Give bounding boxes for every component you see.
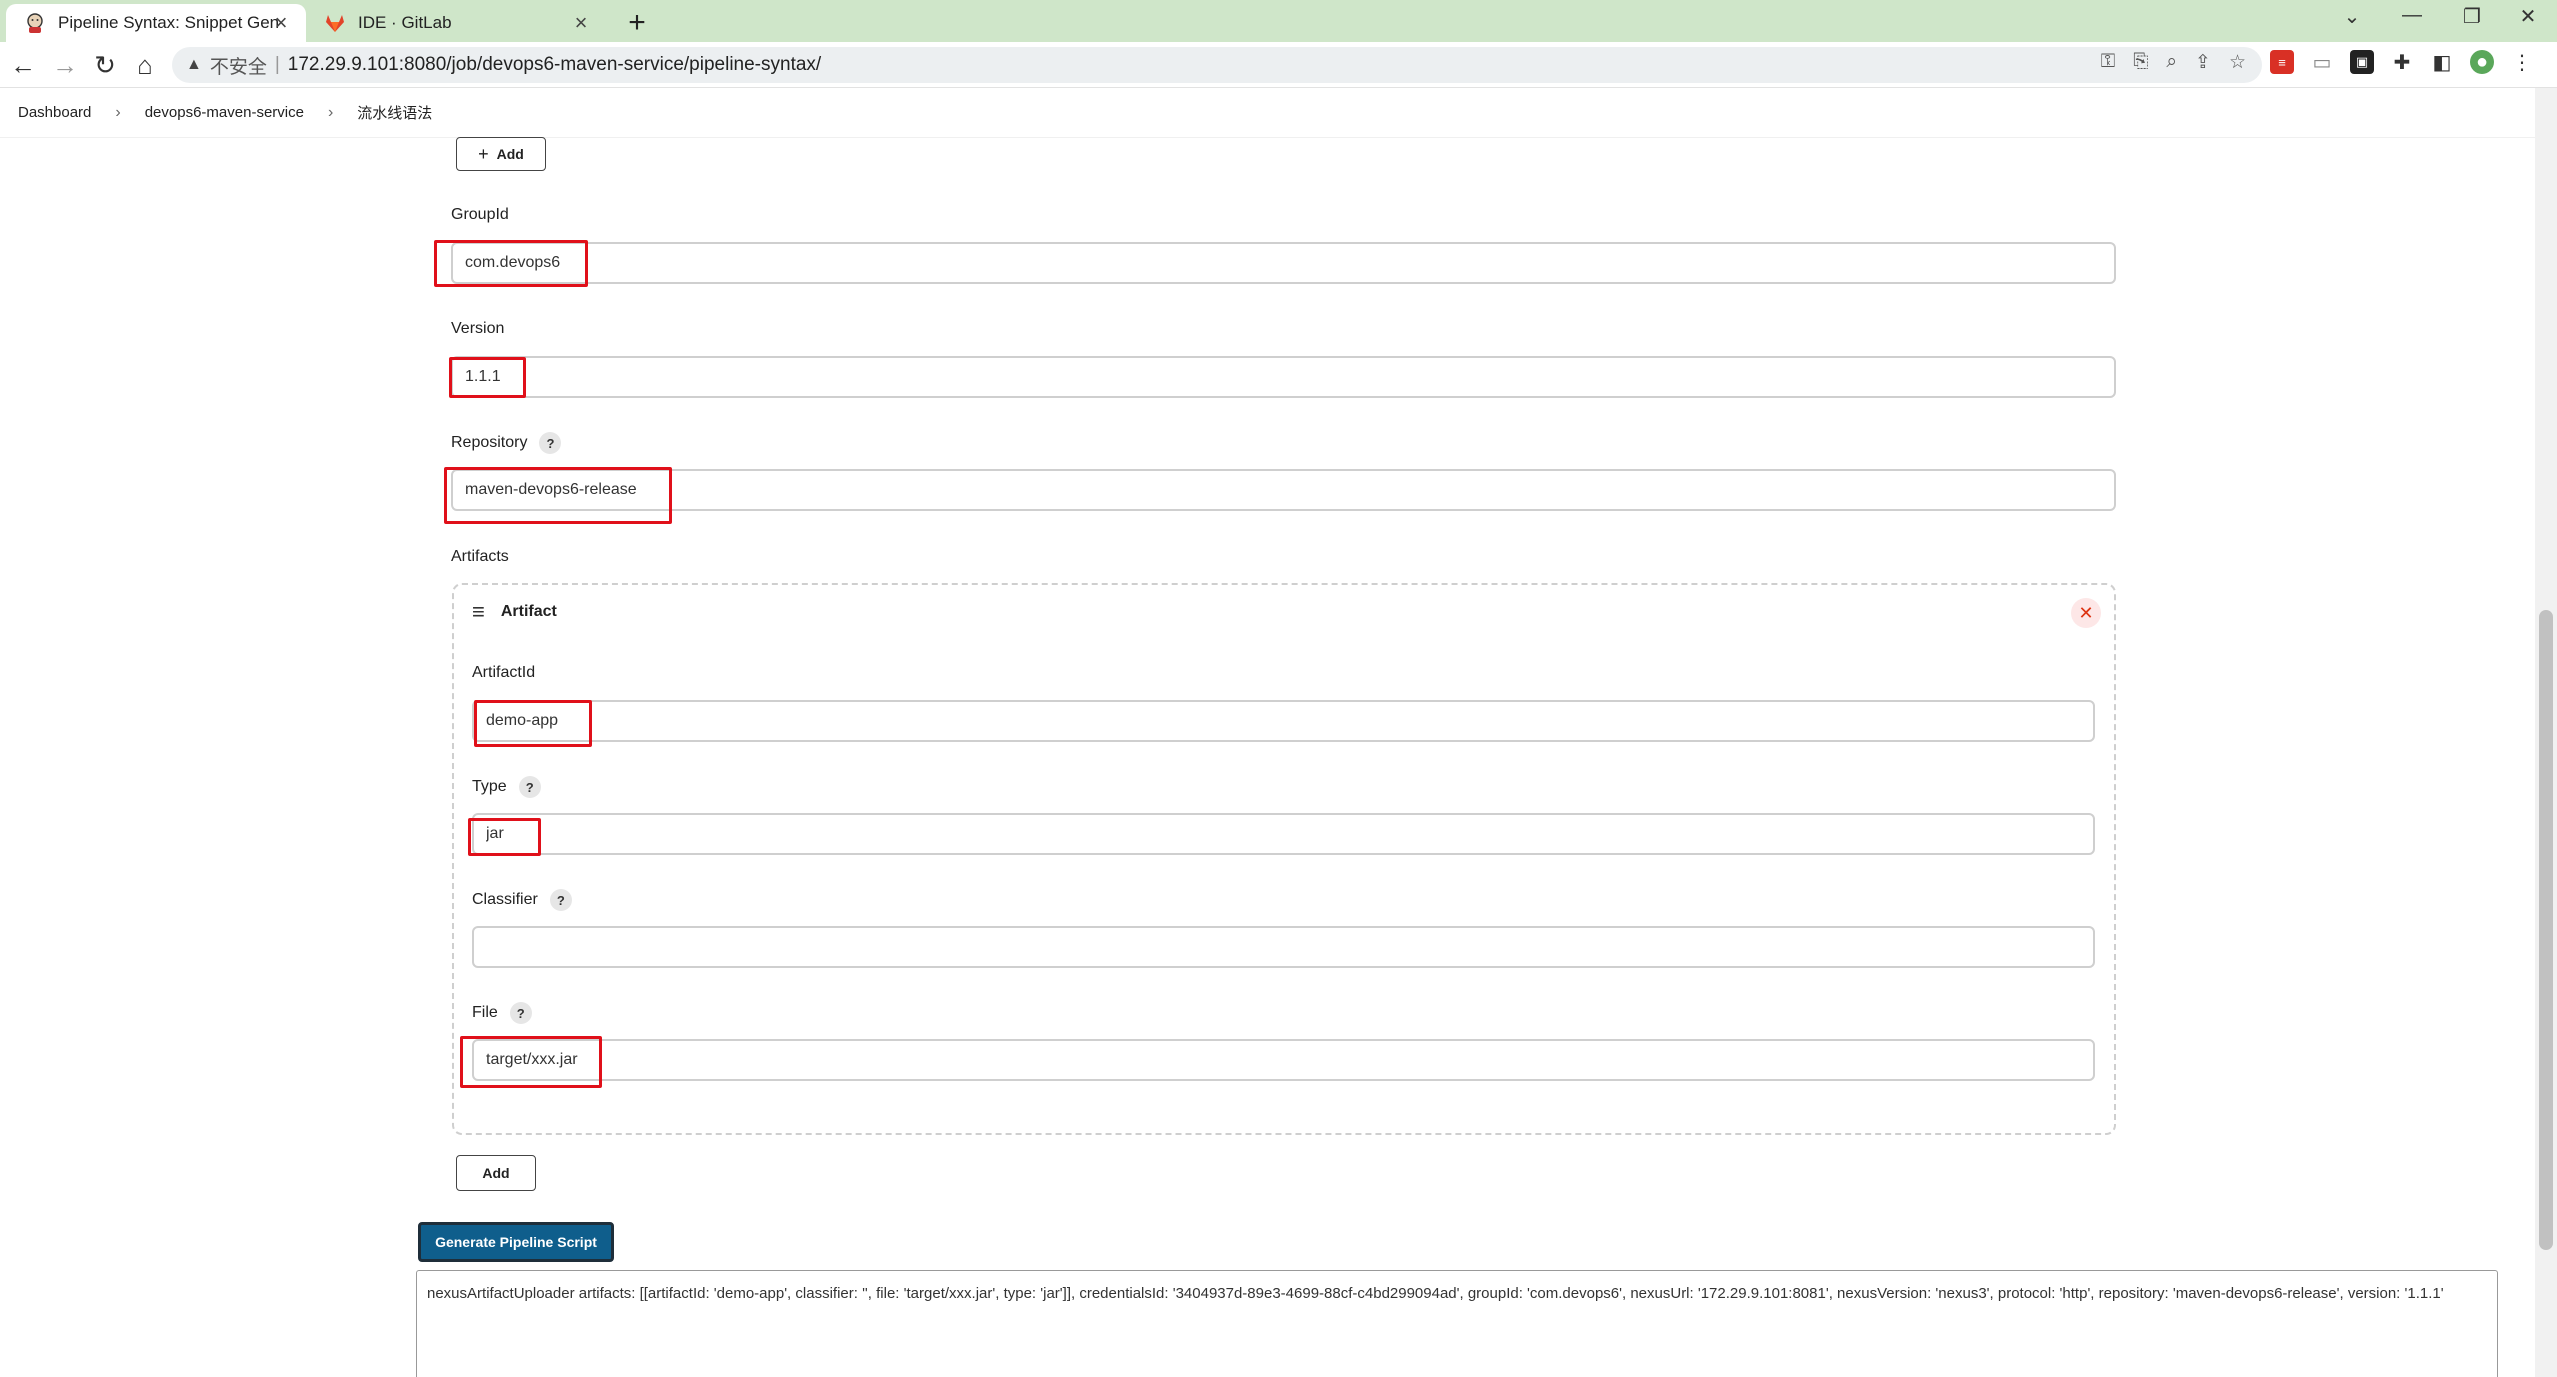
artifacts-label-text: Artifacts	[451, 548, 509, 565]
type-label: Type ?	[472, 776, 541, 798]
repository-label-text: Repository	[451, 434, 528, 451]
classifier-label: Classifier ?	[472, 889, 572, 911]
artifact-header-text: Artifact	[500, 603, 557, 620]
menu-kebab-icon[interactable]: ⋮	[2510, 50, 2534, 74]
forward-icon[interactable]: →	[48, 50, 82, 81]
bookmark-star-icon[interactable]: ☆	[2229, 51, 2246, 74]
key-icon[interactable]: ⚿	[2101, 51, 2115, 74]
warning-icon: ▲	[186, 56, 202, 73]
sidebar-icon[interactable]: ◧	[2430, 50, 2454, 74]
help-icon[interactable]: ?	[509, 1002, 532, 1024]
extension-dark-icon[interactable]: ▣	[2350, 50, 2374, 74]
breadcrumb: Dashboard › devops6-maven-service › 流水线语…	[0, 88, 2557, 138]
help-icon[interactable]: ?	[549, 889, 572, 911]
tab-close-icon[interactable]: ×	[268, 10, 294, 36]
file-input[interactable]	[472, 1039, 2095, 1081]
tab-search-icon[interactable]: ⌄	[2332, 4, 2372, 29]
security-label: 不安全	[209, 56, 267, 78]
artifactid-input[interactable]	[472, 700, 2095, 742]
groupid-label-text: GroupId	[451, 206, 509, 223]
file-label-text: File	[472, 1004, 498, 1021]
add-button-label: Add	[496, 146, 524, 162]
minimize-icon[interactable]: —	[2392, 4, 2432, 27]
tab-title: IDE · GitLab	[358, 13, 452, 32]
reload-icon[interactable]: ↻	[88, 50, 122, 81]
repository-label: Repository ?	[451, 432, 562, 454]
repository-input[interactable]	[451, 469, 2116, 511]
breadcrumb-dashboard[interactable]: Dashboard	[18, 104, 91, 121]
translate-icon[interactable]: ⎘	[2133, 51, 2148, 74]
plus-icon: +	[478, 143, 489, 164]
generate-button-label: Generate Pipeline Script	[435, 1234, 597, 1250]
address-separator: |	[274, 54, 280, 75]
version-input[interactable]	[451, 356, 2116, 398]
type-label-text: Type	[472, 778, 507, 795]
groupid-label: GroupId	[451, 206, 509, 224]
tab-pipeline-syntax[interactable]: Pipeline Syntax: Snippet Generator ×	[6, 4, 306, 42]
home-icon[interactable]: ⌂	[128, 50, 162, 81]
artifact-header: ≡ Artifact	[472, 597, 557, 627]
zoom-icon[interactable]: ⌕	[2166, 51, 2177, 74]
version-label: Version	[451, 320, 504, 338]
back-icon[interactable]: ←	[6, 50, 40, 81]
generated-script-output[interactable]: nexusArtifactUploader artifacts: [[artif…	[416, 1270, 2498, 1377]
puzzle-icon[interactable]: ✚	[2390, 50, 2414, 74]
classifier-input[interactable]	[472, 926, 2095, 968]
share-icon[interactable]: ⇪	[2195, 51, 2211, 74]
artifactid-label-text: ArtifactId	[472, 664, 536, 681]
help-icon[interactable]: ?	[539, 432, 562, 454]
tab-gitlab-ide[interactable]: IDE · GitLab ×	[306, 4, 606, 42]
tab-close-icon[interactable]: ×	[568, 10, 594, 36]
chevron-right-icon: ›	[115, 103, 121, 121]
artifacts-label: Artifacts	[451, 548, 509, 566]
new-tab-button[interactable]: +	[620, 6, 654, 40]
classifier-label-text: Classifier	[472, 891, 538, 908]
generated-script-text: nexusArtifactUploader artifacts: [[artif…	[427, 1285, 2444, 1302]
browser-toolbar: ← → ↻ ⌂ ▲ 不安全 | 172.29.9.101:8080/job/de…	[0, 42, 2557, 88]
type-input[interactable]	[472, 813, 2095, 855]
window-close-icon[interactable]: ✕	[2508, 4, 2548, 29]
generate-pipeline-script-button[interactable]: Generate Pipeline Script	[418, 1222, 614, 1262]
breadcrumb-job[interactable]: devops6-maven-service	[145, 104, 304, 121]
version-label-text: Version	[451, 320, 505, 337]
breadcrumb-pipeline-syntax[interactable]: 流水线语法	[357, 102, 432, 123]
chevron-right-icon: ›	[327, 103, 334, 121]
scrollbar-thumb[interactable]	[2539, 610, 2553, 1250]
address-bar[interactable]: ▲ 不安全 | 172.29.9.101:8080/job/devops6-ma…	[172, 47, 2262, 83]
url-text: 172.29.9.101:8080/job/devops6-maven-serv…	[287, 54, 822, 75]
browser-tabbar: Pipeline Syntax: Snippet Generator × IDE…	[0, 0, 2557, 42]
gitlab-icon	[324, 12, 346, 34]
groupid-input[interactable]	[451, 242, 2116, 284]
file-label: File ?	[472, 1002, 532, 1024]
artifactid-label: ArtifactId	[472, 664, 535, 682]
extension-gray-icon[interactable]: ▭	[2310, 50, 2334, 74]
remove-artifact-icon[interactable]: ✕	[2071, 598, 2101, 628]
help-icon[interactable]: ?	[518, 776, 541, 798]
add-artifact-label: Add	[482, 1165, 510, 1181]
drag-handle-icon[interactable]: ≡	[472, 599, 485, 625]
profile-avatar-icon[interactable]: ●	[2470, 50, 2494, 74]
jenkins-icon	[24, 12, 46, 34]
add-button[interactable]: + Add	[456, 137, 546, 171]
add-artifact-button[interactable]: Add	[456, 1155, 536, 1191]
restore-icon[interactable]: ❐	[2452, 4, 2492, 29]
extension-red-icon[interactable]: ≡	[2270, 50, 2294, 74]
tab-title: Pipeline Syntax: Snippet Generator	[58, 13, 278, 32]
